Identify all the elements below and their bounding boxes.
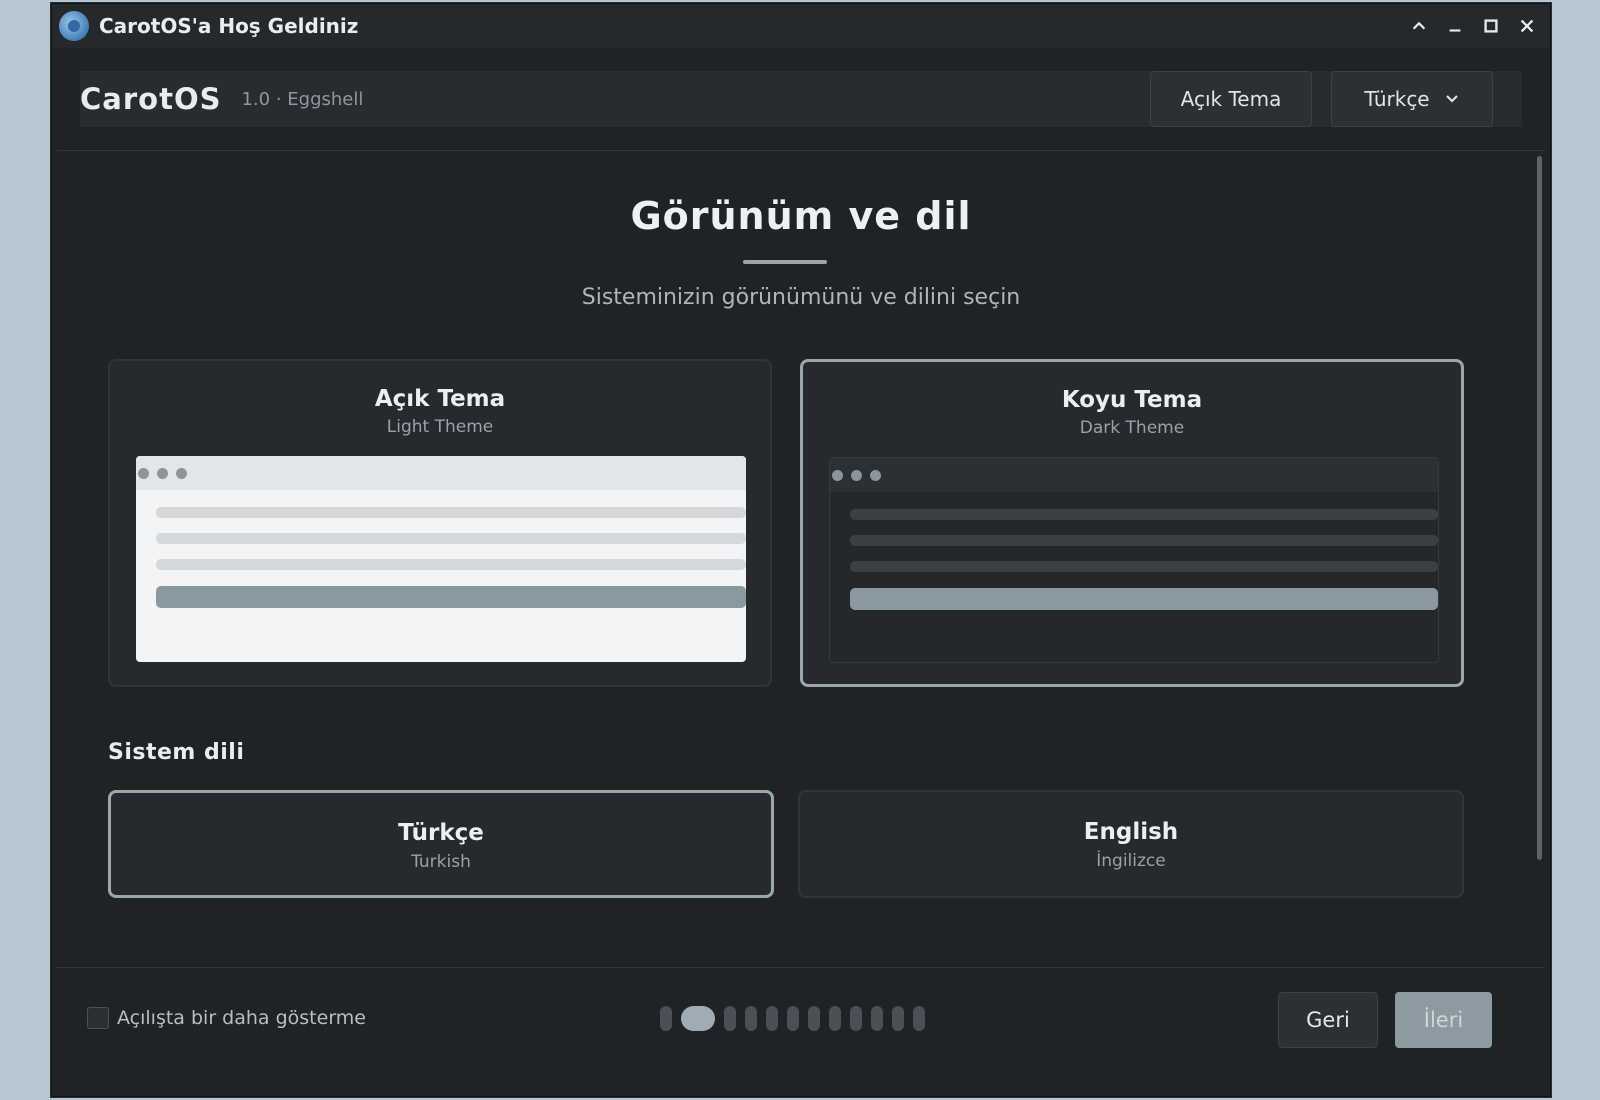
preview-button: [156, 586, 746, 608]
back-button[interactable]: Geri: [1278, 992, 1378, 1048]
light-theme-preview: [136, 456, 746, 662]
dont-show-again-checkbox[interactable]: [87, 1007, 109, 1029]
step-dot: [787, 1006, 799, 1031]
preview-dot-icon: [138, 468, 149, 479]
step-dot: [745, 1006, 757, 1031]
wizard-footer: Açılışta bir daha gösterme Geri İleri: [57, 967, 1545, 1096]
preview-dot-icon: [851, 470, 862, 481]
version-label: 1.0 · Eggshell: [241, 88, 364, 110]
theme-card-title: Koyu Tema: [1061, 387, 1203, 413]
language-option-name: English: [1083, 819, 1179, 845]
language-option-english[interactable]: English İngilizce: [798, 790, 1464, 898]
preview-dot-icon: [157, 468, 168, 479]
next-button[interactable]: İleri: [1395, 992, 1492, 1048]
preview-title-bar: [830, 458, 1438, 492]
theme-card-subtitle: Light Theme: [386, 417, 494, 437]
preview-line: [850, 535, 1438, 546]
preview-line: [850, 509, 1438, 520]
window-title: CarotOS'a Hoş Geldiniz: [99, 14, 359, 38]
step-dot-current: [681, 1006, 715, 1031]
step-dot: [829, 1006, 841, 1031]
theme-card-subtitle: Dark Theme: [1079, 418, 1185, 438]
preview-dot-icon: [870, 470, 881, 481]
maximize-icon[interactable]: [1480, 15, 1502, 37]
step-dot: [660, 1006, 672, 1031]
dark-theme-preview: [829, 457, 1439, 663]
dont-show-again-label: Açılışta bir daha gösterme: [117, 1007, 366, 1029]
step-dot: [892, 1006, 904, 1031]
minimize-icon[interactable]: [1444, 15, 1466, 37]
language-option-subtitle: İngilizce: [1096, 851, 1166, 871]
close-icon[interactable]: [1516, 15, 1538, 37]
welcome-window: CarotOS'a Hoş Geldiniz CarotOS 1.0 · Egg…: [51, 3, 1551, 1097]
language-select-value: Türkçe: [1364, 87, 1430, 111]
title-bar[interactable]: CarotOS'a Hoş Geldiniz: [52, 4, 1550, 48]
language-option-subtitle: Turkish: [411, 852, 471, 872]
preview-title-bar: [136, 456, 746, 490]
system-language-label: Sistem dili: [108, 740, 245, 765]
step-dot: [808, 1006, 820, 1031]
app-header: CarotOS 1.0 · Eggshell Açık Tema Türkçe: [80, 71, 1522, 127]
dont-show-again[interactable]: Açılışta bir daha gösterme: [87, 1007, 366, 1029]
page-title: Görünüm ve dil: [630, 194, 972, 238]
step-dot: [850, 1006, 862, 1031]
step-dot: [871, 1006, 883, 1031]
theme-card-dark[interactable]: Koyu Tema Dark Theme: [800, 359, 1464, 687]
chevron-down-icon: [1445, 95, 1458, 103]
theme-toggle-button[interactable]: Açık Tema: [1150, 71, 1312, 127]
step-dot: [724, 1006, 736, 1031]
brand-name: CarotOS: [80, 82, 222, 116]
content-scrollbar[interactable]: [1537, 156, 1542, 860]
preview-line: [156, 533, 746, 544]
window-controls: [1408, 15, 1538, 37]
step-indicator: [660, 1006, 925, 1031]
preview-button: [850, 588, 1438, 610]
theme-card-title: Açık Tema: [374, 386, 506, 412]
chevron-up-icon[interactable]: [1408, 15, 1430, 37]
carotos-logo-icon: [59, 11, 89, 41]
language-option-turkish[interactable]: Türkçe Turkish: [108, 790, 774, 898]
theme-card-light[interactable]: Açık Tema Light Theme: [108, 359, 772, 687]
language-option-name: Türkçe: [398, 820, 484, 846]
preview-line: [850, 561, 1438, 572]
title-underline: [743, 260, 827, 264]
theme-toggle-label: Açık Tema: [1180, 87, 1282, 111]
preview-dot-icon: [176, 468, 187, 479]
preview-dot-icon: [832, 470, 843, 481]
header-divider: [57, 150, 1545, 151]
language-select[interactable]: Türkçe: [1331, 71, 1493, 127]
preview-line: [156, 559, 746, 570]
page-subtitle: Sisteminizin görünümünü ve dilini seçin: [581, 285, 1021, 310]
preview-line: [156, 507, 746, 518]
step-dot: [766, 1006, 778, 1031]
step-dot: [913, 1006, 925, 1031]
